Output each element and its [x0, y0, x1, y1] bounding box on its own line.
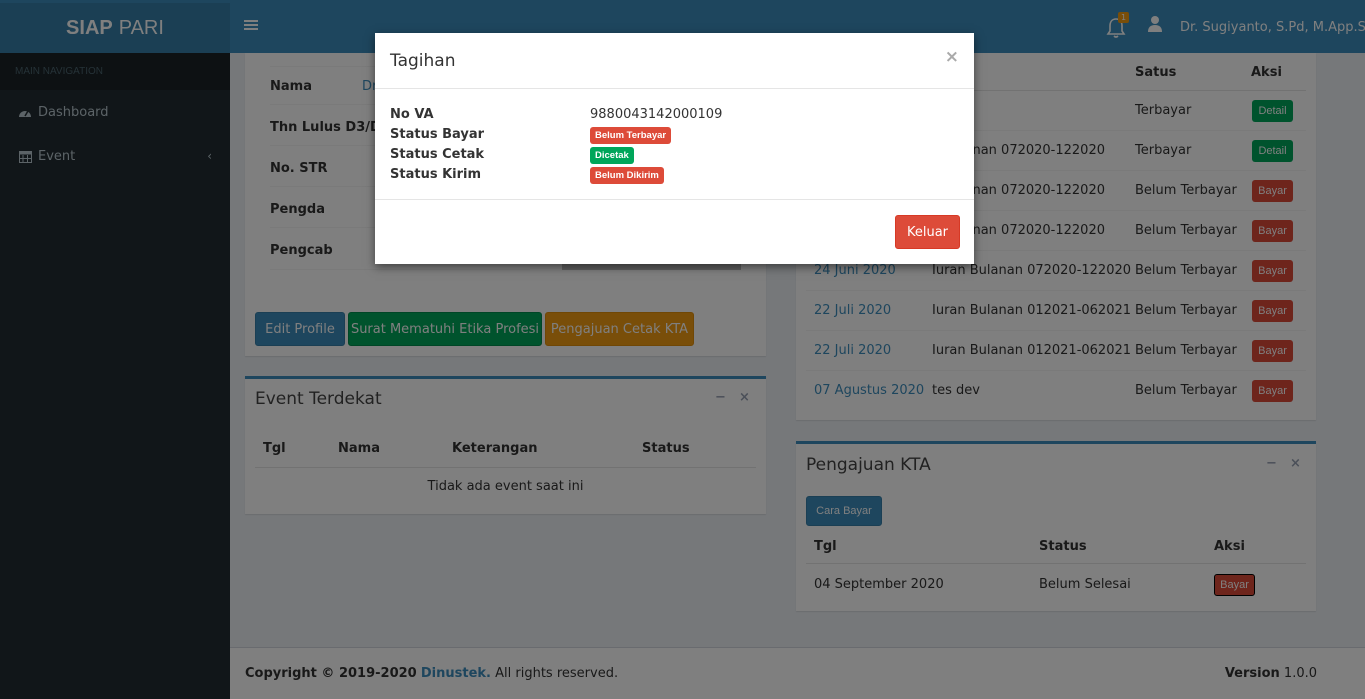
keluar-button[interactable]: Keluar [895, 215, 960, 249]
modal-label-status-bayar: Status Bayar [390, 127, 485, 142]
modal-label-no-va: No VA [390, 107, 434, 122]
status-badge-bayar: Belum Terbayar [590, 127, 672, 144]
status-badge-kirim: Belum Dikirim [590, 167, 664, 184]
status-badge-cetak: Dicetak [590, 147, 634, 164]
modal-label-status-kirim: Status Kirim [390, 167, 482, 182]
modal-value-no-va: 9880043142000109 [590, 107, 723, 122]
modal-title: Tagihan [390, 51, 456, 71]
close-icon[interactable]: × [945, 47, 959, 67]
modal-label-status-cetak: Status Cetak [390, 147, 485, 162]
tagihan-modal: Tagihan × No VA 9880043142000109 Status … [375, 33, 974, 264]
